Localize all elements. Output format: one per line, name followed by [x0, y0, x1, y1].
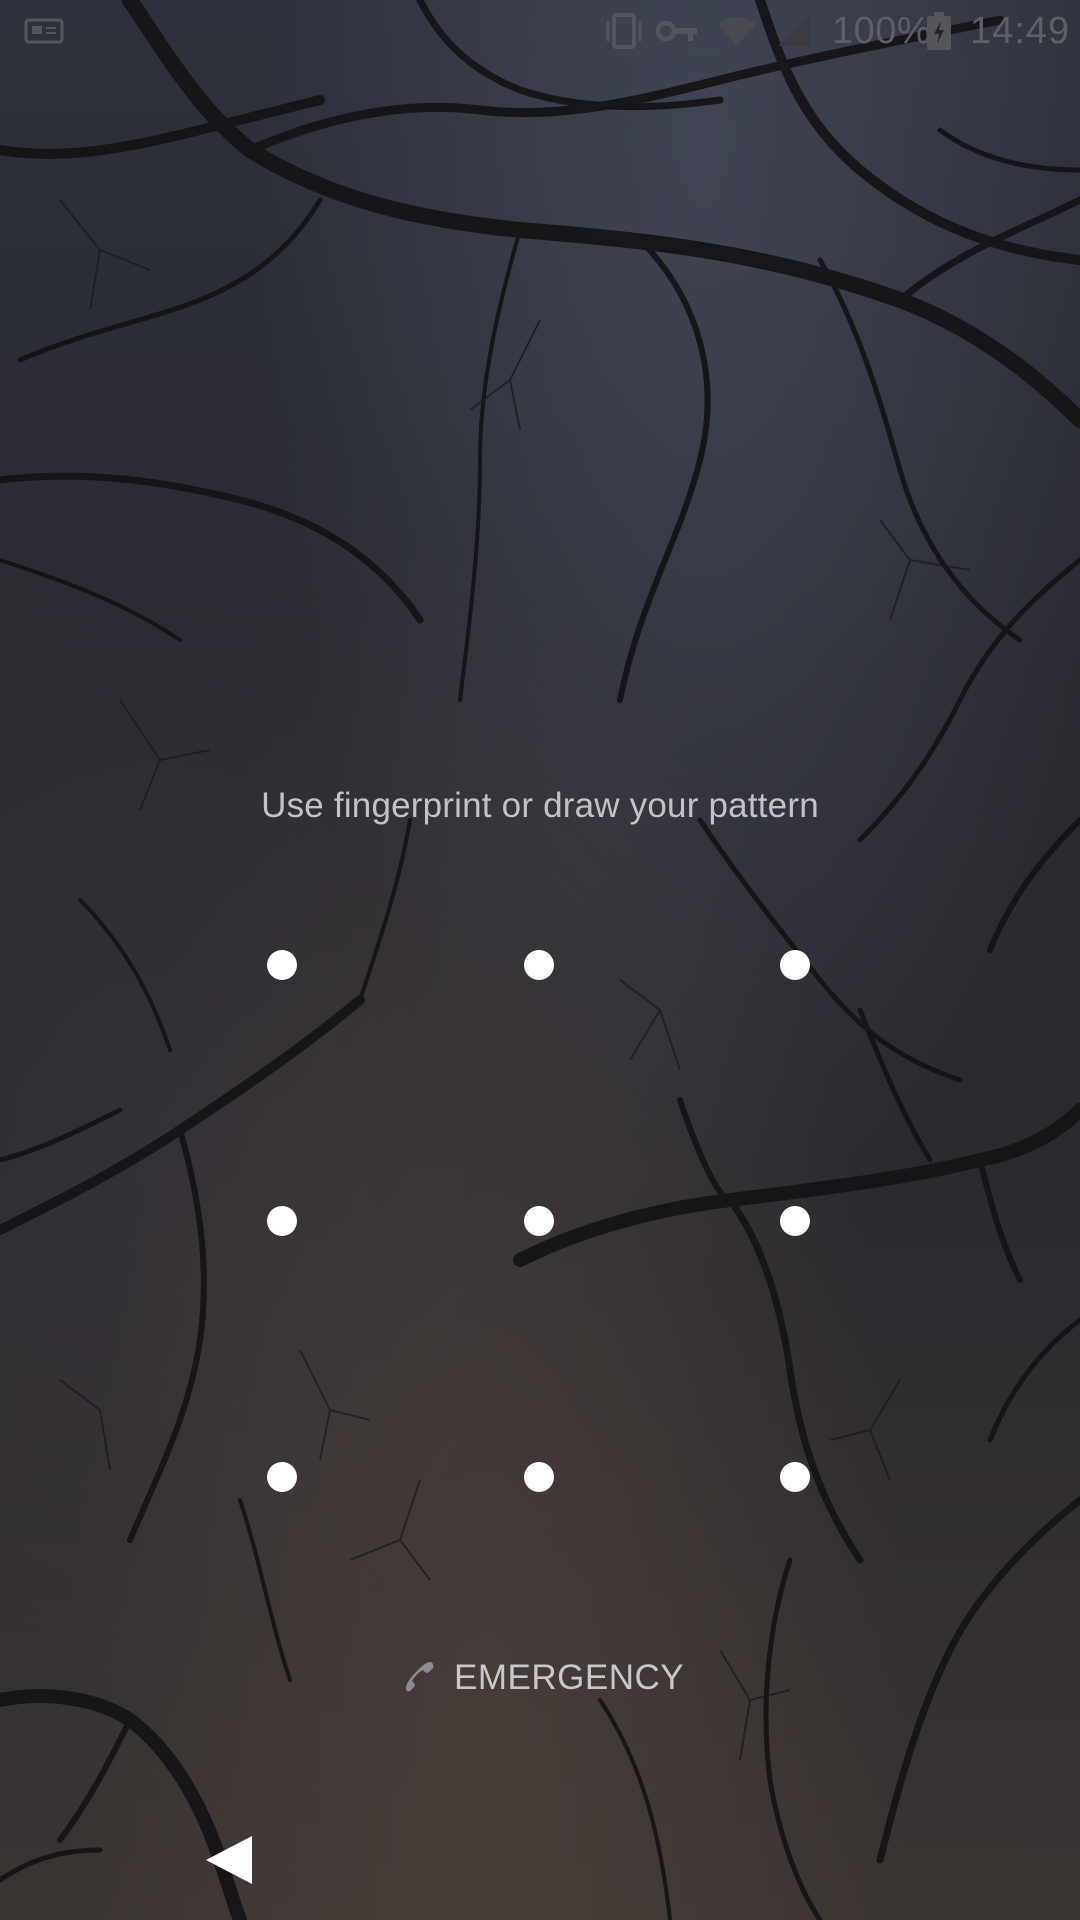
emergency-call-button[interactable]: EMERGENCY — [400, 1646, 690, 1710]
pattern-lock-grid[interactable] — [0, 0, 1080, 1920]
pattern-dot-2[interactable] — [524, 950, 554, 980]
pattern-dot-5[interactable] — [524, 1206, 554, 1236]
emergency-label: EMERGENCY — [454, 1658, 685, 1697]
back-icon[interactable] — [204, 1834, 254, 1886]
lock-screen: 100% 14:49 Use fingerprint or draw your … — [0, 0, 1080, 1920]
pattern-dot-6[interactable] — [780, 1206, 810, 1236]
pattern-dot-4[interactable] — [267, 1206, 297, 1236]
phone-icon — [406, 1662, 434, 1692]
pattern-dot-3[interactable] — [780, 950, 810, 980]
pattern-dot-9[interactable] — [780, 1462, 810, 1492]
pattern-dot-1[interactable] — [267, 950, 297, 980]
pattern-dot-7[interactable] — [267, 1462, 297, 1492]
pattern-dot-8[interactable] — [524, 1462, 554, 1492]
